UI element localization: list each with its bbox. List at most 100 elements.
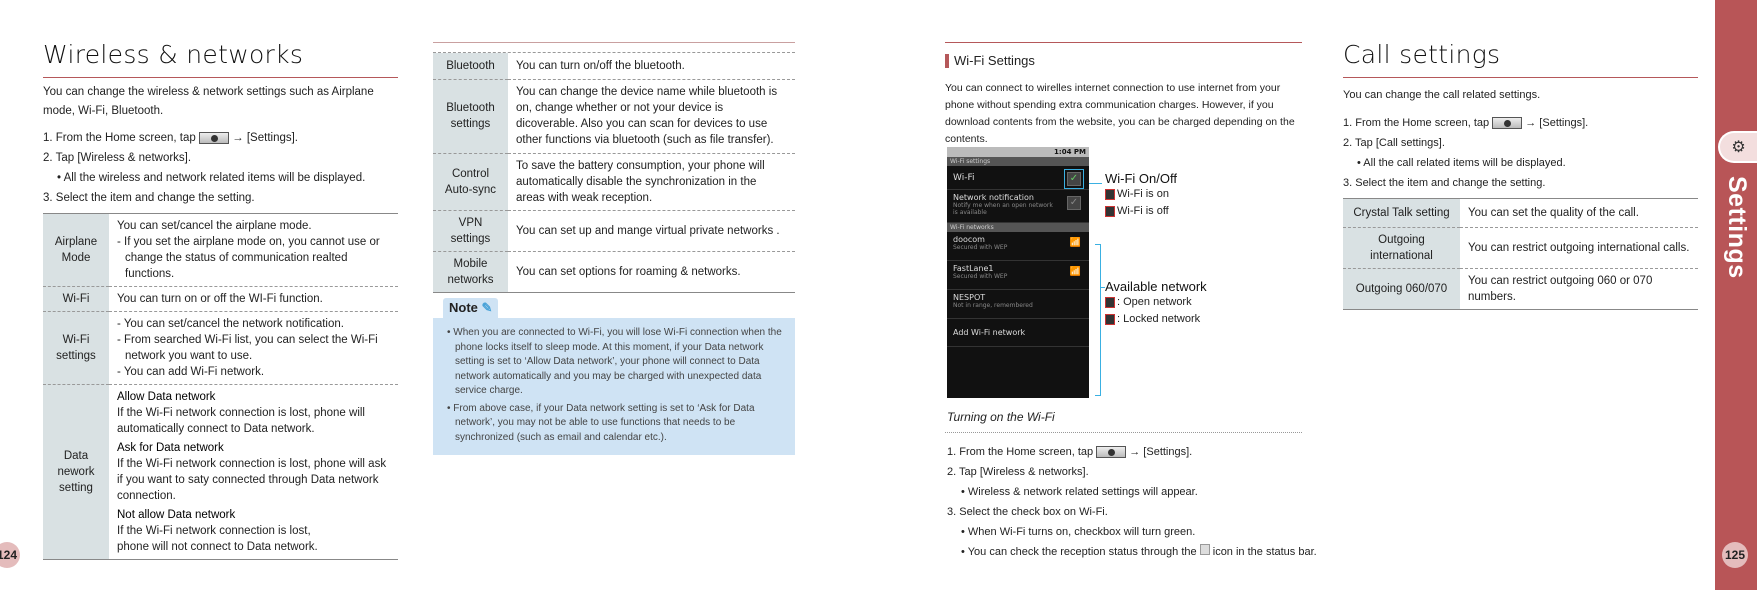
step-text: → [Settings]. — [1129, 446, 1193, 458]
table-row: Bluetooth You can turn on/off the bluetoo… — [433, 53, 795, 80]
signal-icon — [1199, 544, 1210, 555]
desc-line: - You can add Wi-Fi network. — [117, 366, 265, 378]
top-divider — [945, 42, 1302, 43]
step-text: 1. From the Home screen, tap — [947, 446, 1094, 458]
note-text: From above case, if your Data network se… — [453, 402, 755, 443]
step-text: → [Settings]. — [232, 132, 299, 144]
row-sub: Notify me when an open network is availa… — [953, 202, 1053, 216]
network-row: FastLane1 Secured with WEP 📶 — [947, 261, 1089, 290]
settings-side-tab — [1715, 0, 1757, 590]
page-title-call: Call settings — [1343, 40, 1501, 69]
legend-on: Wi-Fi is on — [1105, 186, 1177, 203]
table-row: Outgoing international You can restrict o… — [1343, 227, 1698, 269]
option-desc: If the Wi-Fi network connection is lost,… — [117, 458, 387, 502]
step-2-bullet: • Wireless & network related settings wi… — [961, 486, 1198, 498]
step-1: 1. From the Home screen, tap → [Settings… — [1343, 113, 1703, 133]
step-3-bullet: • When Wi-Fi turns on, checkbox will tur… — [961, 526, 1196, 538]
callout-line — [1089, 183, 1102, 184]
networks-section: Wi-Fi networks — [947, 223, 1089, 232]
table-row: Airplane Mode You can set/cancel the airp… — [43, 214, 398, 287]
table-row: VPN settings You can set up and mange vir… — [433, 210, 795, 252]
checkbox-icon: ✓ — [1067, 196, 1081, 210]
network-status: Secured with WEP — [953, 244, 1008, 251]
row-head: Wi-Fi settings — [43, 311, 109, 385]
legend-text: Wi-Fi is on — [1117, 188, 1169, 200]
steps-list: 1. From the Home screen, tap → [Settings… — [43, 128, 398, 208]
step-2: 2. Tap [Wireless & networks]. — [43, 152, 192, 164]
menu-button-icon — [198, 131, 229, 144]
other-wireless-table: Bluetooth You can turn on/off the bluetoo… — [433, 52, 795, 293]
checkbox-on-icon — [1105, 189, 1115, 200]
heading-bar — [945, 53, 949, 68]
title-divider — [43, 77, 398, 78]
caption-divider — [945, 432, 1302, 433]
note-item: • When you are connected to Wi-Fi, you w… — [447, 327, 782, 396]
network-row: NESPOT Not in range, remembered — [947, 290, 1089, 319]
option-title: Allow Data network — [117, 391, 216, 403]
desc-line: - From searched Wi-Fi list, you can sele… — [117, 334, 378, 362]
annotation-title: Wi-Fi On/Off — [1105, 171, 1177, 186]
step-2: 2. Tap [Wireless & networks]. — [947, 466, 1089, 478]
option-desc: If the Wi-Fi network connection is lost,… — [117, 407, 365, 435]
gear-icon: ⚙ — [1718, 131, 1757, 163]
table-row: Wi-Fi settings - You can set/cancel the n… — [43, 311, 398, 385]
step-text: 1. From the Home screen, tap — [1343, 117, 1490, 129]
network-status: Secured with WEP — [953, 273, 1008, 280]
add-network-row: Add Wi-Fi network — [947, 319, 1089, 347]
step-2-bullet: • All the wireless and network related i… — [57, 172, 366, 184]
menu-button-icon — [1096, 446, 1127, 459]
row-head: Control Auto-sync — [433, 153, 508, 211]
row-head: Bluetooth settings — [433, 79, 508, 154]
wifi-intro: You can connect to wirelles internet con… — [945, 82, 1295, 145]
top-divider — [433, 42, 795, 43]
step-3: 3. Select the item and change the settin… — [1343, 177, 1546, 189]
locked-wifi-icon: 📶 — [1069, 238, 1081, 248]
pencil-icon: ✎ — [481, 300, 493, 315]
page-title-wireless: Wireless & networks — [43, 40, 304, 69]
row-desc: You can set up and mange virtual private… — [508, 210, 795, 252]
option-title: Ask for Data network — [117, 442, 224, 454]
desc-line: - If you set the airplane mode on, you c… — [117, 236, 380, 280]
intro-text: You can change the wireless & network se… — [43, 86, 374, 117]
step-1: 1. From the Home screen, tap → [Settings… — [947, 442, 1337, 462]
legend-open: : Open network — [1105, 294, 1207, 311]
wifi-heading: Wi-Fi Settings — [945, 53, 1035, 68]
step-2: 2. Tap [Call settings]. — [1343, 137, 1445, 149]
note-label: Note ✎ — [443, 298, 499, 318]
option-title: Not allow Data network — [117, 509, 236, 521]
step-text: → [Settings]. — [1525, 117, 1589, 129]
wifi-caption: Turning on the Wi-Fi — [947, 410, 1055, 424]
row-label: Network notification — [953, 193, 1034, 202]
locked-network-icon — [1105, 314, 1115, 325]
row-label: Wi-Fi — [953, 173, 975, 183]
callout-bracket — [1095, 244, 1101, 396]
step-text: 1. From the Home screen, tap — [43, 132, 196, 144]
wireless-table: Airplane Mode You can set/cancel the airp… — [43, 213, 398, 560]
open-network-icon — [1105, 297, 1115, 308]
note-box: • When you are connected to Wi-Fi, you w… — [433, 318, 795, 455]
step-1: 1. From the Home screen, tap → [Settings… — [43, 128, 398, 148]
desc-line: You can set/cancel the airplane mode. — [117, 220, 312, 232]
note-text: When you are connected to Wi-Fi, you wil… — [453, 327, 782, 396]
legend-off: Wi-Fi is off — [1105, 203, 1177, 220]
locked-wifi-icon: 📶 — [1069, 267, 1081, 277]
desc-line: - You can set/cancel the network notific… — [117, 318, 344, 330]
network-row: doocom Secured with WEP 📶 — [947, 232, 1089, 261]
checkbox-off-icon — [1105, 206, 1115, 217]
checkbox-checked-icon: ✓ — [1064, 169, 1084, 189]
row-head: Outgoing international — [1343, 227, 1460, 269]
step-3: 3. Select the item and change the settin… — [43, 192, 255, 204]
network-status: Not in range, remembered — [953, 302, 1033, 309]
table-row: Outgoing 060/070 You can restrict outgoin… — [1343, 268, 1698, 310]
row-desc: You can set/cancel the airplane mode. - I… — [109, 214, 398, 287]
note-item: • From above case, if your Data network … — [447, 402, 755, 443]
side-tab-label: Settings — [1723, 176, 1751, 279]
wifi-steps: 1. From the Home screen, tap → [Settings… — [947, 442, 1337, 562]
menu-button-icon — [1492, 117, 1523, 130]
legend-text: Wi-Fi is off — [1117, 205, 1169, 217]
row-desc: You can change the device name while blu… — [508, 79, 795, 154]
table-row: Crystal Talk setting You can set the qual… — [1343, 199, 1698, 228]
status-bar: 1:04 PM — [947, 147, 1089, 157]
screen-title: Wi-Fi settings — [947, 157, 1089, 166]
row-desc: You can restrict outgoing 060 or 070 num… — [1460, 268, 1698, 310]
